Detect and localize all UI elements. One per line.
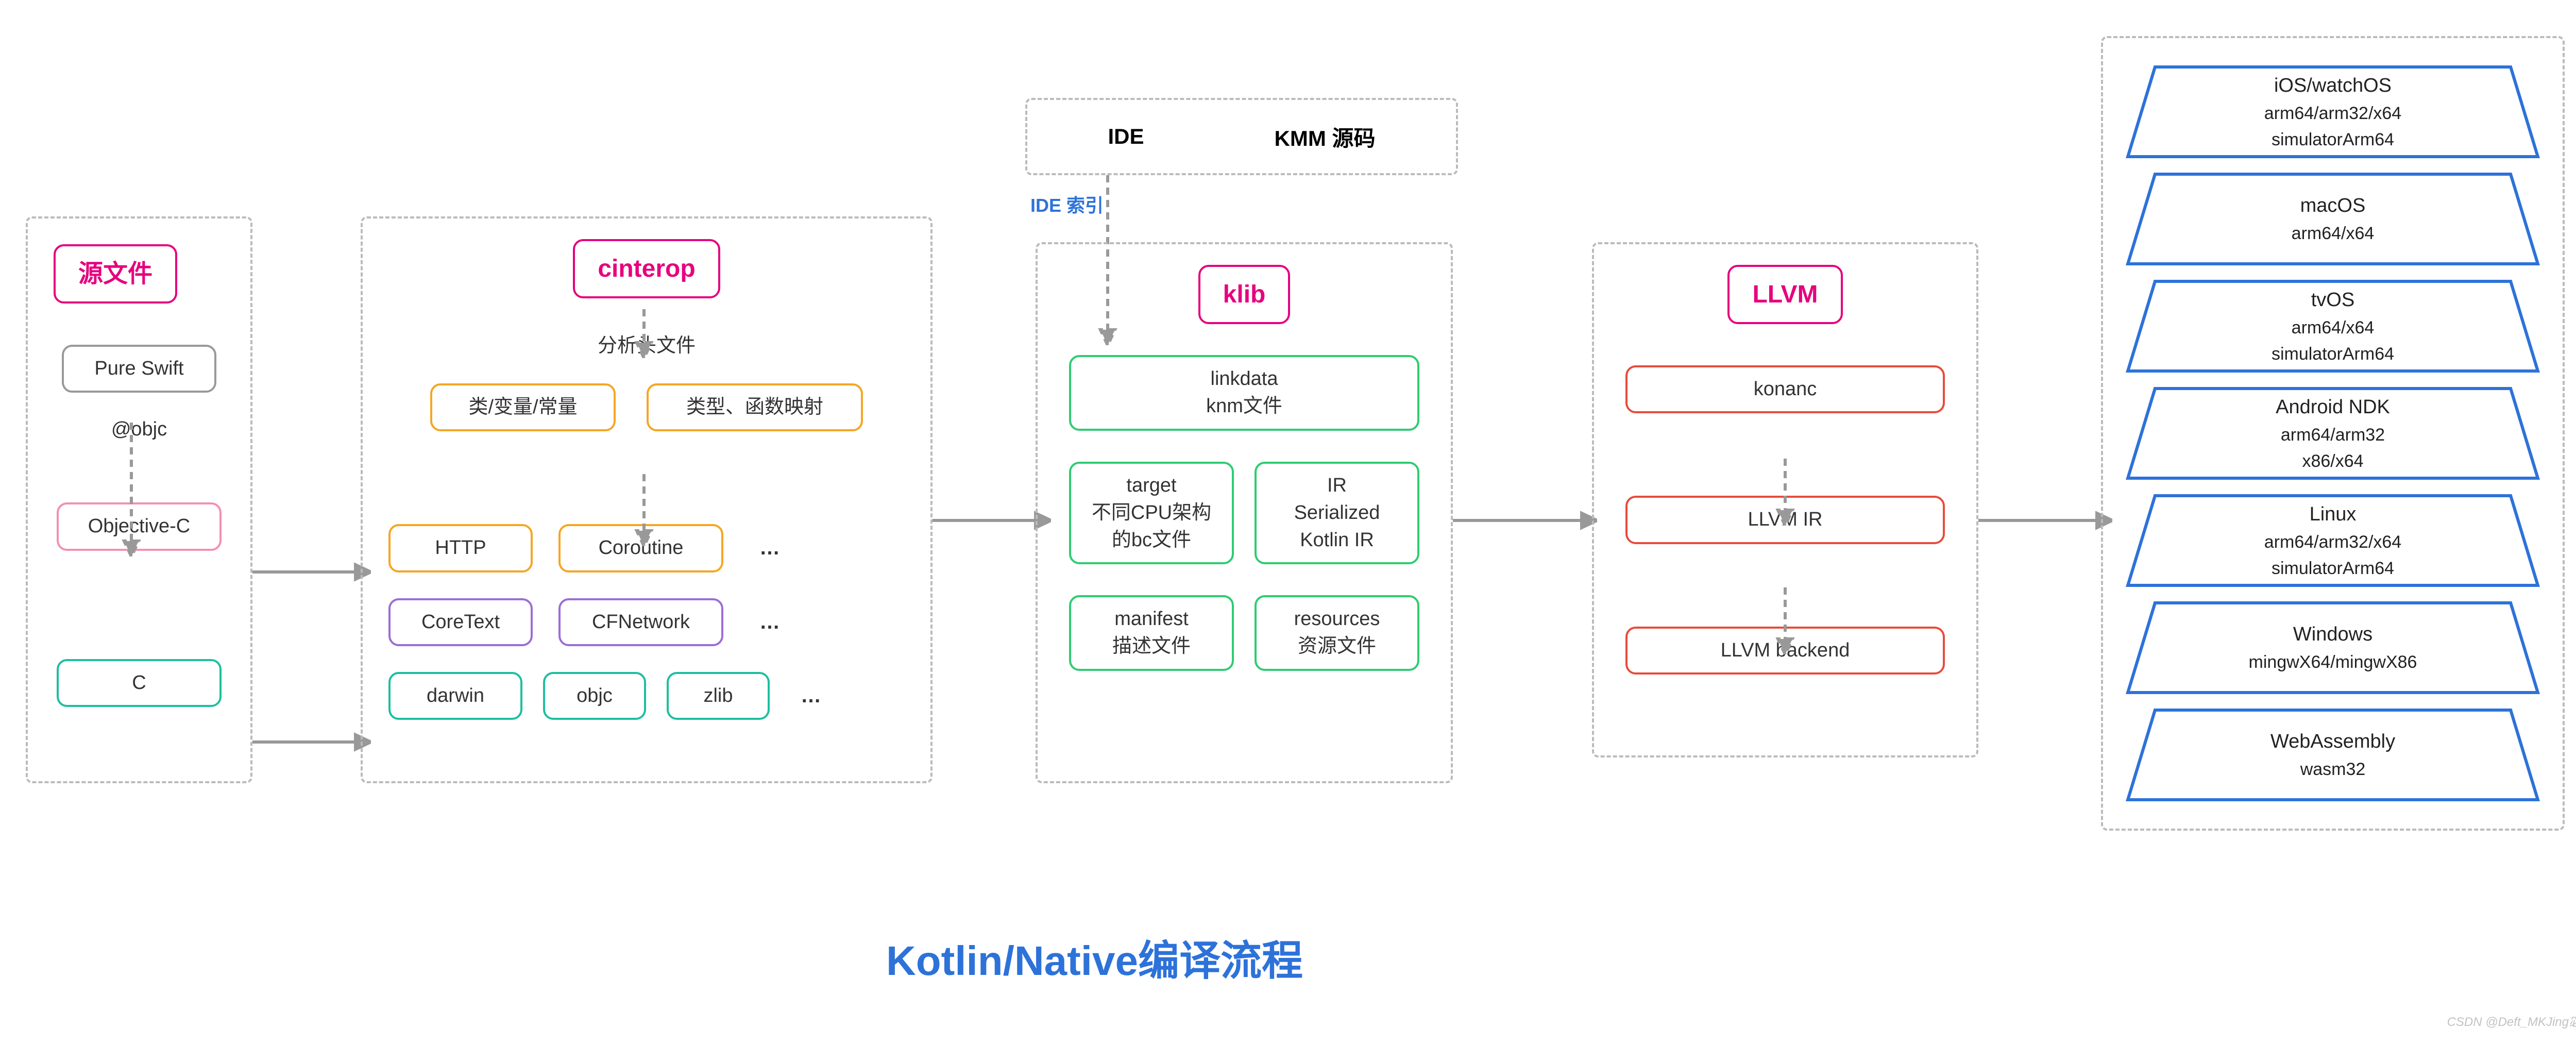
- watermark: CSDN @Deft_MKJing宓珂璟: [2447, 1012, 2576, 1030]
- cinterop-objc: objc: [543, 672, 646, 720]
- klib-resources: resources 资源文件: [1255, 595, 1419, 670]
- klib-ir-3: Kotlin IR: [1300, 527, 1374, 554]
- target-sub: arm64/x64: [2292, 221, 2375, 247]
- ellipsis-2: …: [749, 611, 790, 634]
- klib-group: klib linkdata knm文件 target 不同CPU架构 的bc文件…: [1036, 242, 1453, 783]
- target-sub: simulatorArm64: [2264, 555, 2401, 582]
- target-title: Android NDK: [2276, 393, 2390, 422]
- target-sub: simulatorArm64: [2264, 127, 2401, 153]
- target-title: tvOS: [2272, 285, 2394, 315]
- c-box: C: [57, 659, 222, 707]
- arrow-swift-to-objc: [121, 423, 142, 557]
- cinterop-http: HTTP: [388, 524, 533, 572]
- pure-swift-box: Pure Swift: [62, 345, 216, 393]
- klib-target-1: target: [1126, 472, 1176, 499]
- cinterop-zlib: zlib: [667, 672, 770, 720]
- diagram-title: Kotlin/Native编译流程: [886, 928, 1303, 987]
- cinterop-typemap: 类型、函数映射: [647, 383, 863, 431]
- klib-header: klib: [1198, 265, 1291, 324]
- target-sub: x86/x64: [2276, 448, 2390, 475]
- target-title: iOS/watchOS: [2264, 71, 2401, 100]
- targets-group: iOS/watchOS arm64/arm32/x64simulatorArm6…: [2101, 36, 2565, 831]
- target-sub: arm64/arm32: [2276, 422, 2390, 448]
- klib-ir-1: IR: [1327, 472, 1347, 499]
- target-5: Windows mingwX64/mingwX86: [2124, 599, 2542, 697]
- target-title: Windows: [2249, 620, 2417, 649]
- klib-target: target 不同CPU架构 的bc文件: [1069, 462, 1234, 565]
- cinterop-coretext: CoreText: [388, 598, 533, 646]
- target-sub: arm64/arm32/x64: [2264, 100, 2401, 127]
- arrow-ir-to-backend: [1775, 587, 1795, 654]
- ellipsis-3: …: [790, 684, 832, 707]
- target-0: iOS/watchOS arm64/arm32/x64simulatorArm6…: [2124, 63, 2542, 161]
- target-title: macOS: [2292, 191, 2375, 221]
- llvm-header: LLVM: [1727, 265, 1842, 324]
- klib-linkdata: linkdata knm文件: [1069, 355, 1419, 430]
- target-title: Linux: [2264, 500, 2401, 529]
- target-4: Linux arm64/arm32/x64simulatorArm64: [2124, 492, 2542, 589]
- arrow-c-to-cinterop: [252, 732, 371, 752]
- arrow-cinterop-analyze-down: [634, 309, 654, 358]
- klib-target-2: 不同CPU架构: [1092, 499, 1211, 527]
- klib-linkdata-2: knm文件: [1088, 393, 1401, 420]
- cinterop-cfnetwork: CFNetwork: [558, 598, 723, 646]
- arrow-llvm-to-targets: [1978, 510, 2112, 531]
- target-sub: arm64/arm32/x64: [2264, 529, 2401, 555]
- target-sub: wasm32: [2270, 756, 2395, 783]
- klib-manifest: manifest 描述文件: [1069, 595, 1234, 670]
- ellipsis-1: …: [749, 536, 790, 560]
- ide-index-label: IDE 索引: [1030, 191, 1104, 217]
- ide-label: IDE: [1108, 124, 1144, 149]
- ide-group: IDE KMM 源码: [1025, 98, 1458, 175]
- klib-manifest-1: manifest: [1114, 605, 1189, 633]
- klib-ir-2: Serialized: [1294, 499, 1380, 527]
- arrow-konanc-to-ir: [1775, 459, 1795, 526]
- cinterop-header: cinterop: [573, 239, 720, 298]
- klib-linkdata-1: linkdata: [1088, 365, 1401, 393]
- klib-res-1: resources: [1294, 605, 1380, 633]
- target-3: Android NDK arm64/arm32x86/x64: [2124, 384, 2542, 482]
- arrow-cinterop-to-klib: [933, 510, 1051, 531]
- arrow-klib-to-llvm: [1453, 510, 1597, 531]
- cinterop-classes: 类/变量/常量: [430, 383, 616, 431]
- target-sub: mingwX64/mingwX86: [2249, 649, 2417, 676]
- klib-manifest-2: 描述文件: [1112, 633, 1191, 660]
- klib-target-3: 的bc文件: [1112, 527, 1191, 554]
- arrow-cinterop-types-down: [634, 474, 654, 546]
- klib-ir: IR Serialized Kotlin IR: [1255, 462, 1419, 565]
- llvm-konanc: konanc: [1625, 365, 1945, 413]
- klib-res-2: 资源文件: [1298, 633, 1376, 660]
- arrow-objc-to-cinterop: [252, 562, 371, 582]
- target-2: tvOS arm64/x64simulatorArm64: [2124, 277, 2542, 375]
- target-1: macOS arm64/x64: [2124, 170, 2542, 268]
- source-header: 源文件: [54, 244, 177, 304]
- target-sub: arm64/x64: [2272, 315, 2394, 341]
- kmm-src-label: KMM 源码: [1275, 121, 1376, 153]
- target-title: WebAssembly: [2270, 727, 2395, 756]
- cinterop-darwin: darwin: [388, 672, 522, 720]
- target-sub: simulatorArm64: [2272, 341, 2394, 367]
- target-6: WebAssembly wasm32: [2124, 706, 2542, 804]
